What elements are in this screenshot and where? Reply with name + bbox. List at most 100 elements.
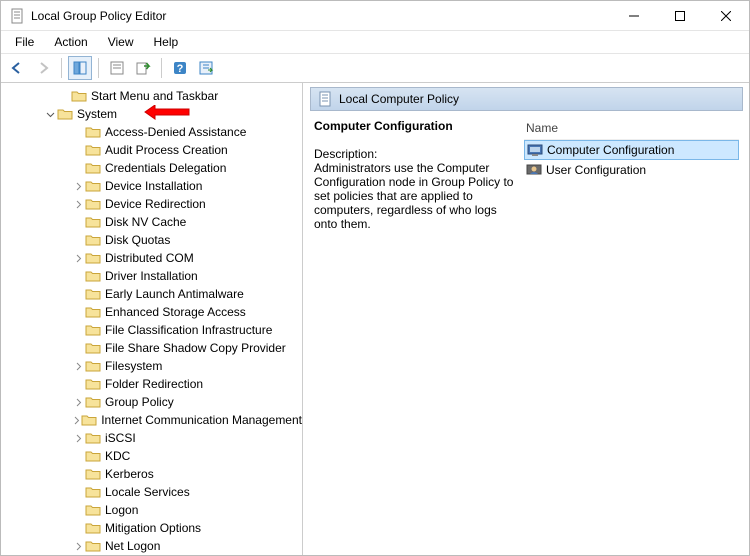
tree-item[interactable]: Disk Quotas bbox=[1, 231, 302, 249]
expand-icon[interactable] bbox=[71, 179, 85, 193]
folder-icon bbox=[85, 323, 101, 337]
minimize-button[interactable] bbox=[611, 1, 657, 31]
show-tree-button[interactable] bbox=[68, 56, 92, 80]
tree-item[interactable]: Access-Denied Assistance bbox=[1, 123, 302, 141]
tree-label: Net Logon bbox=[105, 539, 160, 553]
description-column: Computer Configuration Description: Admi… bbox=[314, 119, 514, 551]
folder-icon bbox=[85, 539, 101, 553]
tree-item[interactable]: Internet Communication Management bbox=[1, 411, 302, 429]
tree-label: Device Redirection bbox=[105, 197, 206, 211]
tree-item[interactable]: Group Policy bbox=[1, 393, 302, 411]
tree-item[interactable]: Enhanced Storage Access bbox=[1, 303, 302, 321]
folder-icon bbox=[85, 125, 101, 139]
tree-item[interactable]: Logon bbox=[1, 501, 302, 519]
tree-item[interactable]: iSCSI bbox=[1, 429, 302, 447]
tree-label: Start Menu and Taskbar bbox=[91, 89, 218, 103]
tree-item[interactable]: Net Logon bbox=[1, 537, 302, 555]
export-button[interactable] bbox=[131, 56, 155, 80]
tree-item[interactable]: KDC bbox=[1, 447, 302, 465]
menu-file[interactable]: File bbox=[7, 33, 42, 51]
folder-icon bbox=[71, 89, 87, 103]
tree-item[interactable]: File Share Shadow Copy Provider bbox=[1, 339, 302, 357]
tree-label: File Classification Infrastructure bbox=[105, 323, 272, 337]
folder-icon bbox=[85, 197, 101, 211]
filter-button[interactable] bbox=[194, 56, 218, 80]
toolbar-separator bbox=[98, 58, 99, 78]
expand-icon[interactable] bbox=[71, 395, 85, 409]
maximize-button[interactable] bbox=[657, 1, 703, 31]
tree-label: Device Installation bbox=[105, 179, 202, 193]
tree-item[interactable]: Credentials Delegation bbox=[1, 159, 302, 177]
column-header-name[interactable]: Name bbox=[524, 119, 739, 140]
tree-item[interactable]: Folder Redirection bbox=[1, 375, 302, 393]
expander-placeholder bbox=[71, 161, 85, 175]
folder-icon bbox=[85, 431, 101, 445]
expander-placeholder bbox=[71, 305, 85, 319]
menu-action[interactable]: Action bbox=[46, 33, 95, 51]
expander-placeholder bbox=[71, 143, 85, 157]
forward-button[interactable] bbox=[31, 56, 55, 80]
tree-item[interactable]: Start Menu and Taskbar bbox=[1, 87, 302, 105]
expand-icon[interactable] bbox=[71, 359, 85, 373]
tree-pane[interactable]: Start Menu and Taskbar System Access-Den… bbox=[1, 83, 303, 555]
main-area: Start Menu and Taskbar System Access-Den… bbox=[1, 83, 749, 555]
expand-icon[interactable] bbox=[71, 251, 85, 265]
help-button[interactable]: ? bbox=[168, 56, 192, 80]
expand-icon[interactable] bbox=[71, 539, 85, 553]
menu-help[interactable]: Help bbox=[146, 33, 187, 51]
folder-icon bbox=[85, 503, 101, 517]
details-header: Local Computer Policy bbox=[310, 87, 743, 111]
tree-item[interactable]: Locale Services bbox=[1, 483, 302, 501]
tree-label: Internet Communication Management bbox=[101, 413, 302, 427]
list-item[interactable]: User Configuration bbox=[524, 160, 739, 180]
tree-label: Mitigation Options bbox=[105, 521, 201, 535]
tree-label: Group Policy bbox=[105, 395, 174, 409]
folder-icon bbox=[85, 179, 101, 193]
tree-item[interactable]: Early Launch Antimalware bbox=[1, 285, 302, 303]
toolbar-separator bbox=[61, 58, 62, 78]
folder-icon bbox=[85, 341, 101, 355]
list-item[interactable]: Computer Configuration bbox=[524, 140, 739, 160]
expander-placeholder bbox=[71, 215, 85, 229]
tree-label: Enhanced Storage Access bbox=[105, 305, 246, 319]
folder-icon bbox=[85, 251, 101, 265]
folder-icon bbox=[85, 287, 101, 301]
computer-config-icon bbox=[527, 142, 543, 158]
tree-item[interactable]: Filesystem bbox=[1, 357, 302, 375]
tree-item[interactable]: Device Installation bbox=[1, 177, 302, 195]
folder-icon bbox=[85, 377, 101, 391]
tree-item-system[interactable]: System bbox=[1, 105, 302, 123]
tree-item[interactable]: Driver Installation bbox=[1, 267, 302, 285]
tree-item[interactable]: Audit Process Creation bbox=[1, 141, 302, 159]
toolbar: ? bbox=[1, 53, 749, 83]
tree-item[interactable]: Distributed COM bbox=[1, 249, 302, 267]
folder-icon bbox=[81, 413, 97, 427]
tree-item[interactable]: Mitigation Options bbox=[1, 519, 302, 537]
expand-icon[interactable] bbox=[71, 413, 81, 427]
tree-label: Disk Quotas bbox=[105, 233, 170, 247]
tree-item[interactable]: Kerberos bbox=[1, 465, 302, 483]
collapse-icon[interactable] bbox=[43, 107, 57, 121]
app-icon bbox=[9, 8, 25, 24]
properties-button[interactable] bbox=[105, 56, 129, 80]
window-title: Local Group Policy Editor bbox=[31, 9, 166, 23]
folder-icon bbox=[85, 161, 101, 175]
tree-item[interactable]: Device Redirection bbox=[1, 195, 302, 213]
user-config-icon bbox=[526, 162, 542, 178]
details-pane: Local Computer Policy Computer Configura… bbox=[303, 83, 749, 555]
menu-view[interactable]: View bbox=[100, 33, 142, 51]
menu-bar: File Action View Help bbox=[1, 31, 749, 53]
tree-item[interactable]: File Classification Infrastructure bbox=[1, 321, 302, 339]
list-item-label: User Configuration bbox=[546, 163, 646, 177]
tree-label: Driver Installation bbox=[105, 269, 198, 283]
policy-icon bbox=[317, 91, 333, 107]
tree-label: Credentials Delegation bbox=[105, 161, 226, 175]
tree-item[interactable]: Disk NV Cache bbox=[1, 213, 302, 231]
close-button[interactable] bbox=[703, 1, 749, 31]
back-button[interactable] bbox=[5, 56, 29, 80]
tree-label: Filesystem bbox=[105, 359, 162, 373]
expand-icon[interactable] bbox=[71, 197, 85, 211]
tree-label: Folder Redirection bbox=[105, 377, 203, 391]
expand-icon[interactable] bbox=[71, 431, 85, 445]
expander-placeholder bbox=[71, 323, 85, 337]
